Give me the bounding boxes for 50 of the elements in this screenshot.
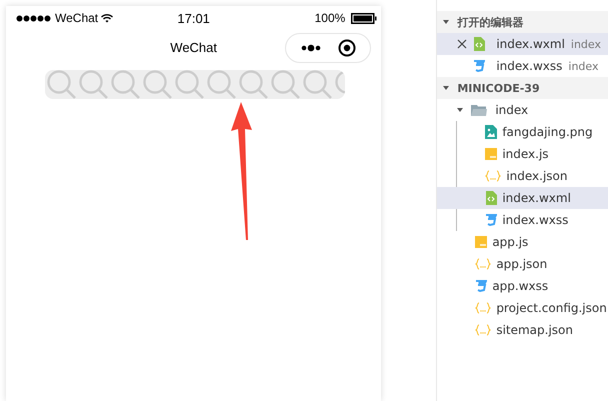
search-icon bbox=[207, 70, 237, 99]
caret-icon[interactable] bbox=[443, 19, 450, 25]
file-item[interactable]: index.json bbox=[437, 165, 608, 187]
image-file-icon bbox=[485, 125, 498, 139]
wifi-icon bbox=[101, 14, 114, 22]
file-icon bbox=[485, 191, 498, 205]
file-item[interactable]: fangdajing.png bbox=[437, 121, 608, 143]
file-item[interactable]: app.js bbox=[437, 231, 608, 253]
battery-percent: 100% bbox=[314, 11, 346, 25]
file-item[interactable]: index.wxss bbox=[437, 209, 608, 231]
search-icon bbox=[239, 70, 269, 99]
section-header[interactable]: 打开的编辑器 bbox=[437, 11, 608, 33]
more-icon[interactable] bbox=[300, 44, 321, 52]
search-icon bbox=[143, 70, 173, 99]
file-item[interactable]: project.config.json bbox=[437, 297, 608, 319]
status-time: 17:01 bbox=[177, 10, 210, 26]
close-icon[interactable] bbox=[457, 39, 468, 49]
file-item[interactable]: app.wxss bbox=[437, 275, 608, 297]
battery-icon bbox=[351, 12, 378, 24]
search-icon bbox=[271, 70, 301, 99]
js-file-icon bbox=[485, 148, 498, 160]
js-file-icon bbox=[475, 236, 488, 248]
braces-icon bbox=[475, 258, 492, 270]
page-title: WeChat bbox=[170, 40, 218, 54]
section-header[interactable]: MINICODE-39 bbox=[437, 77, 608, 99]
search-icon bbox=[79, 70, 109, 99]
search-icon bbox=[303, 70, 333, 99]
braces-icon bbox=[485, 170, 502, 182]
caret-icon[interactable] bbox=[457, 107, 464, 113]
file-item[interactable]: index.js bbox=[437, 143, 608, 165]
folder-icon bbox=[471, 104, 488, 116]
file-item[interactable]: index.wxml bbox=[437, 187, 608, 209]
file-item[interactable]: sitemap.json bbox=[437, 319, 608, 341]
search-icon bbox=[175, 70, 205, 99]
css-icon bbox=[473, 60, 486, 72]
file-item[interactable]: app.json bbox=[437, 253, 608, 275]
signal-icon bbox=[16, 14, 52, 22]
search-icon bbox=[111, 70, 141, 99]
search-icon bbox=[47, 70, 77, 99]
close-icon[interactable] bbox=[338, 39, 356, 57]
braces-icon bbox=[475, 324, 492, 336]
braces-icon bbox=[475, 302, 492, 314]
carrier-name: WeChat bbox=[55, 11, 98, 25]
open-editor-item[interactable]: index.wxss index bbox=[437, 55, 608, 77]
folder-item[interactable]: index bbox=[437, 99, 608, 121]
css-icon bbox=[475, 280, 488, 292]
css-icon bbox=[485, 214, 498, 226]
open-editor-item[interactable]: index.wxml index bbox=[437, 33, 608, 55]
caret-icon[interactable] bbox=[443, 85, 450, 91]
file-icon bbox=[473, 37, 486, 51]
